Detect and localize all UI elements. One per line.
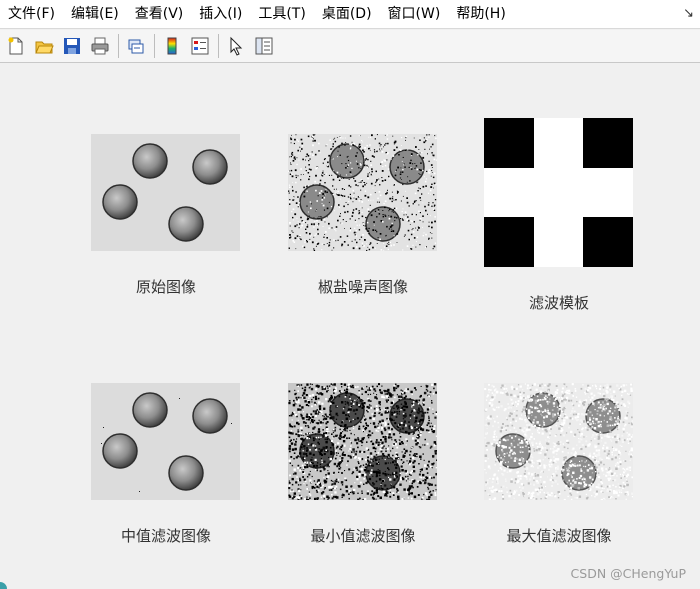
open-file-icon[interactable] — [32, 34, 56, 58]
watermark: CSDN @CHengYuP — [570, 566, 686, 581]
max-filter-coins-image — [484, 383, 635, 502]
min-filter-coins-image — [288, 383, 438, 501]
max-filter-panel — [484, 383, 635, 504]
toolbar-separator — [154, 34, 155, 58]
menu-tools[interactable]: 工具(T) — [250, 0, 313, 29]
edit-plot-pointer-icon[interactable] — [224, 34, 248, 58]
max-filter-caption: 最大值滤波图像 — [506, 527, 612, 545]
median-filter-coins-image — [91, 383, 240, 500]
insert-colorbar-icon[interactable] — [160, 34, 184, 58]
menu-edit[interactable]: 编辑(E) — [63, 0, 127, 29]
median-filter-caption: 中值滤波图像 — [120, 527, 211, 545]
save-icon[interactable] — [60, 34, 84, 58]
property-inspector-icon[interactable] — [252, 34, 276, 58]
menu-window[interactable]: 窗口(W) — [380, 0, 449, 29]
insert-legend-icon[interactable] — [188, 34, 212, 58]
filter-template-panel — [484, 118, 633, 271]
menu-view[interactable]: 查看(V) — [127, 0, 192, 29]
toolbar-separator — [118, 34, 119, 58]
menu-bar: 文件(F) 编辑(E) 查看(V) 插入(I) 工具(T) 桌面(D) 窗口(W… — [0, 0, 700, 29]
menu-file[interactable]: 文件(F) — [0, 0, 63, 29]
menu-help[interactable]: 帮助(H) — [448, 0, 513, 29]
min-filter-panel — [288, 383, 438, 504]
original-image-panel — [91, 134, 240, 255]
print-icon[interactable] — [88, 34, 112, 58]
original-image-caption: 原始图像 — [135, 278, 196, 296]
menu-insert[interactable]: 插入(I) — [191, 0, 250, 29]
figure-canvas: 原始图像 椒盐噪声图像 滤波模板 中值滤波图像 最小值滤波图像 最大值滤波图像 … — [0, 64, 700, 589]
salt-pepper-image-caption: 椒盐噪声图像 — [317, 278, 408, 296]
menu-desktop[interactable]: 桌面(D) — [314, 0, 380, 29]
link-figure-icon[interactable] — [124, 34, 148, 58]
salt-pepper-image-panel — [288, 134, 437, 255]
original-coins-image — [91, 134, 240, 251]
salt-pepper-coins-image — [288, 134, 437, 252]
toolbar-separator — [218, 34, 219, 58]
min-filter-caption: 最小值滤波图像 — [310, 527, 416, 545]
undock-arrow-icon[interactable]: ↘ — [683, 6, 694, 21]
median-filter-panel — [91, 383, 240, 504]
figure-toolbar — [0, 30, 700, 63]
new-figure-icon[interactable] — [4, 34, 28, 58]
filter-template-image — [484, 118, 633, 267]
filter-template-caption: 滤波模板 — [528, 294, 589, 312]
